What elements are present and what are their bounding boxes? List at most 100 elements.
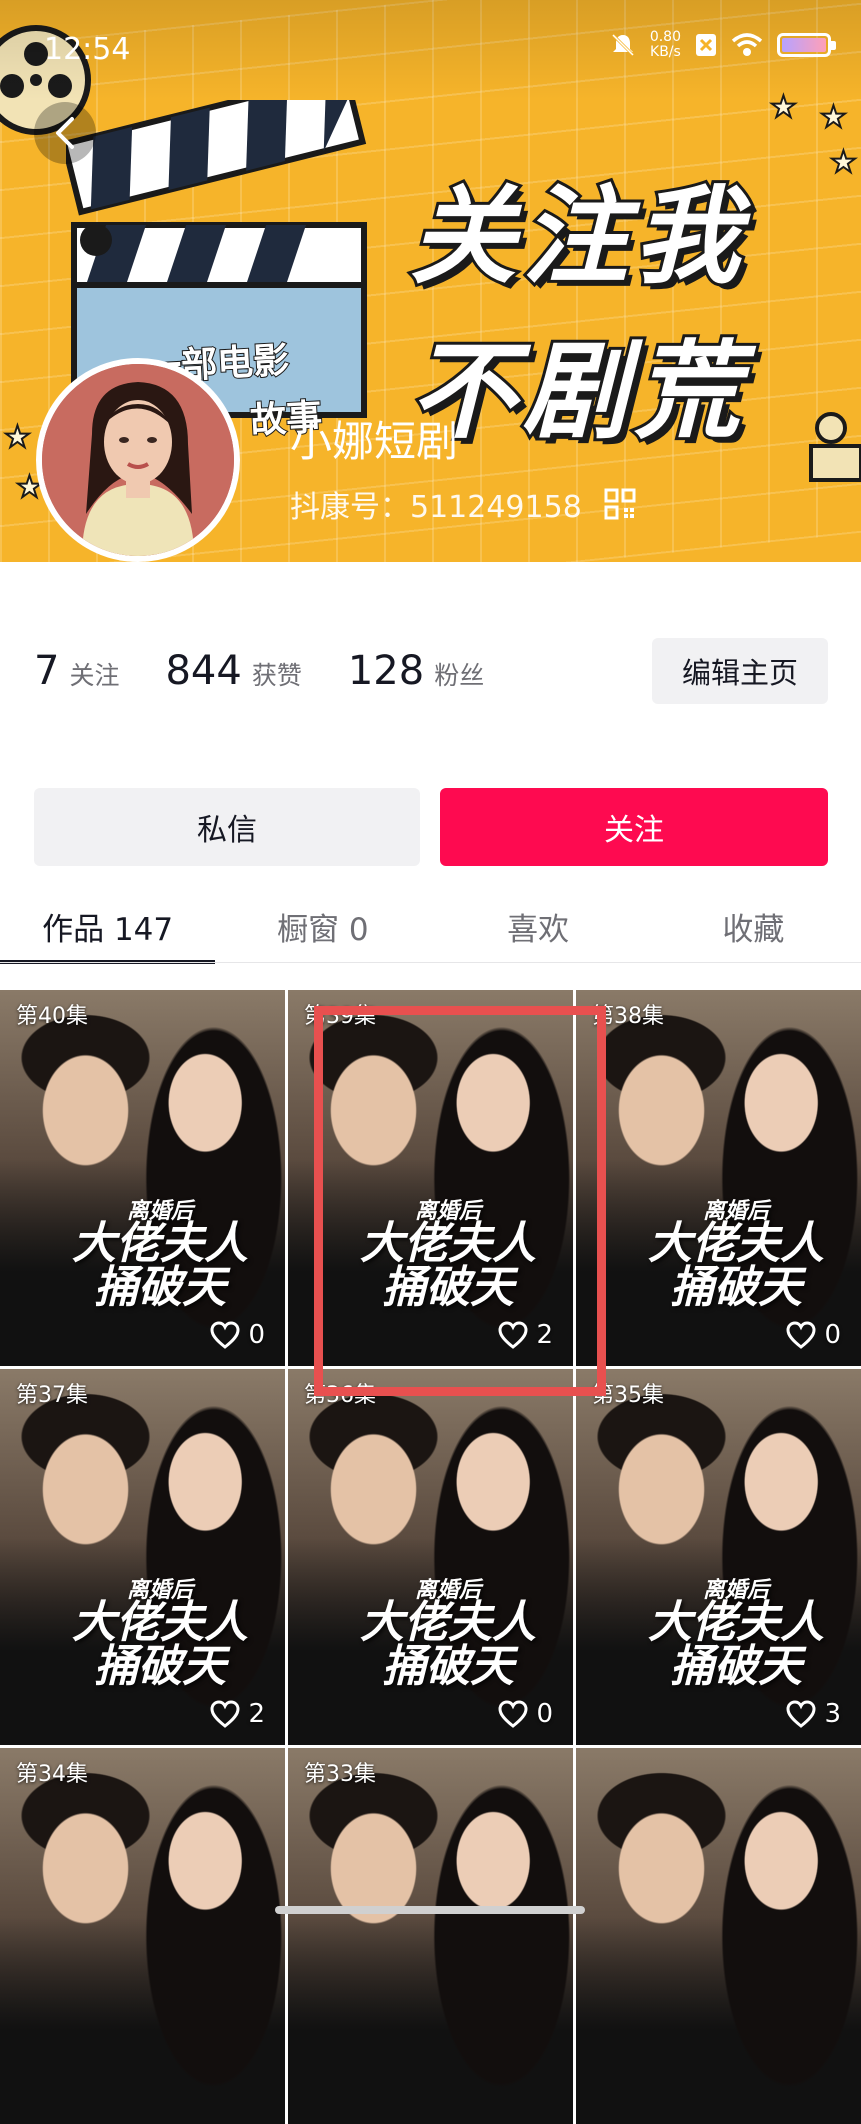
status-icons: 0.80 KB/s	[610, 30, 836, 60]
wifi-icon	[731, 33, 763, 56]
status-time: 12:54	[44, 32, 131, 67]
likes-count: 844	[165, 648, 242, 694]
like-count-value: 2	[248, 1699, 265, 1729]
poster-title: 离婚后 大佬夫人 捅破天	[348, 1200, 548, 1310]
tab-divider	[0, 962, 861, 963]
likes-label: 获赞	[251, 661, 302, 690]
like-count: 2	[210, 1699, 265, 1729]
like-count: 0	[498, 1699, 553, 1729]
edit-profile-button[interactable]: 编辑主页	[652, 638, 828, 704]
profile-nickname: 小娜短剧	[290, 417, 459, 466]
video-thumbnail[interactable]: 离婚后 大佬夫人 捅破天 第36集 0	[288, 1369, 573, 1745]
video-thumbnail[interactable]: 第33集	[288, 1748, 573, 2124]
poster-title: 离婚后 大佬夫人 捅破天	[636, 1579, 836, 1689]
like-count: 3	[786, 1699, 841, 1729]
tab-liked[interactable]: 喜欢	[431, 890, 646, 962]
like-count-value: 0	[536, 1699, 553, 1729]
account-id-text: 抖康号：511249158	[290, 490, 582, 525]
profile-banner: 一部电影 故事 关注我 不剧荒 ★ ★ ★ ★ ★ 12:54 0.80 KB/…	[0, 0, 861, 578]
home-indicator	[275, 1906, 585, 1914]
battery-icon	[777, 33, 836, 57]
poster-title: 离婚后 大佬夫人 捅破天	[60, 1200, 260, 1310]
banner-bottom-edge	[0, 562, 861, 578]
heart-icon	[498, 1321, 528, 1349]
episode-label: 第38集	[592, 1004, 664, 1029]
message-button[interactable]: 私信	[34, 788, 420, 866]
heart-icon	[786, 1700, 816, 1728]
back-button[interactable]	[34, 102, 96, 164]
followers-count: 128	[347, 648, 425, 694]
poster-title-line-3: 捅破天	[382, 1641, 514, 1692]
tab-works[interactable]: 作品 147	[0, 890, 216, 964]
network-speed-value: 0.80	[649, 29, 681, 45]
tab-favorites[interactable]: 收藏	[646, 890, 861, 962]
episode-label: 第33集	[304, 1762, 376, 1787]
avatar-portrait	[42, 364, 234, 556]
like-count-value: 0	[824, 1320, 841, 1350]
sim-off-icon	[696, 34, 716, 56]
episode-label: 第40集	[16, 1004, 88, 1029]
poster-title-line-2: 大佬夫人	[360, 1218, 536, 1269]
following-label: 关注	[69, 661, 120, 690]
profile-account-id: 抖康号：511249158	[290, 482, 636, 526]
mute-icon	[611, 33, 634, 57]
star-icon: ★	[829, 144, 858, 181]
stat-likes[interactable]: 844 获赞	[165, 648, 301, 694]
profile-tabs: 作品 147 橱窗 0 喜欢 收藏	[0, 890, 861, 964]
qr-code-icon[interactable]	[604, 488, 636, 520]
video-thumbnail[interactable]	[576, 1748, 861, 2124]
follow-button[interactable]: 关注	[440, 788, 828, 866]
video-thumbnail[interactable]: 离婚后 大佬夫人 捅破天 第38集 0	[576, 990, 861, 1366]
like-count: 0	[786, 1320, 841, 1350]
avatar[interactable]	[36, 358, 240, 562]
poster-title-line-2: 大佬夫人	[648, 1218, 824, 1269]
poster-title: 离婚后 大佬夫人 捅破天	[60, 1579, 260, 1689]
banner-slogan-line-1: 关注我	[407, 170, 746, 301]
battery-level	[782, 38, 826, 52]
like-count: 0	[210, 1320, 265, 1350]
poster-title-line-3: 捅破天	[670, 1262, 802, 1313]
network-speed: 0.80 KB/s	[650, 30, 681, 60]
heart-icon	[498, 1700, 528, 1728]
heart-icon	[210, 1700, 240, 1728]
banner-slogan-line-2: 不剧荒	[407, 325, 746, 456]
episode-label: 第35集	[592, 1383, 664, 1408]
poster-title: 离婚后 大佬夫人 捅破天	[636, 1200, 836, 1310]
video-thumbnail[interactable]: 离婚后 大佬夫人 捅破天 第40集 0	[0, 990, 285, 1366]
like-count: 2	[498, 1320, 553, 1350]
video-thumbnail[interactable]: 离婚后 大佬夫人 捅破天 第35集 3	[576, 1369, 861, 1745]
video-thumbnail[interactable]: 第34集	[0, 1748, 285, 2124]
poster-title-line-2: 大佬夫人	[648, 1597, 824, 1648]
poster-image	[576, 1748, 861, 2124]
poster-title-line-3: 捅破天	[94, 1641, 226, 1692]
tab-showcase[interactable]: 橱窗 0	[215, 890, 430, 962]
like-count-value: 0	[248, 1320, 265, 1350]
heart-icon	[786, 1321, 816, 1349]
poster-title-line-2: 大佬夫人	[72, 1218, 248, 1269]
projector-icon	[809, 412, 861, 482]
profile-stats: 7 关注 844 获赞 128 粉丝	[34, 648, 484, 694]
video-thumbnail[interactable]: 离婚后 大佬夫人 捅破天 第39集 2	[288, 990, 573, 1366]
poster-title-line-3: 捅破天	[94, 1262, 226, 1313]
poster-image	[0, 1748, 285, 2124]
video-thumbnail[interactable]: 离婚后 大佬夫人 捅破天 第37集 2	[0, 1369, 285, 1745]
poster-image	[288, 1748, 573, 2124]
chevron-left-icon	[56, 117, 74, 149]
star-icon: ★	[819, 99, 848, 136]
episode-label: 第37集	[16, 1383, 88, 1408]
episode-label: 第36集	[304, 1383, 376, 1408]
followers-label: 粉丝	[434, 661, 485, 690]
poster-title: 离婚后 大佬夫人 捅破天	[348, 1579, 548, 1689]
poster-title-line-3: 捅破天	[670, 1641, 802, 1692]
video-grid: 离婚后 大佬夫人 捅破天 第40集 0 离婚后 大佬夫人 捅破天 第39集 2 …	[0, 990, 861, 2124]
stat-followers[interactable]: 128 粉丝	[348, 648, 484, 694]
like-count-value: 2	[536, 1320, 553, 1350]
poster-title-line-2: 大佬夫人	[72, 1597, 248, 1648]
stat-following[interactable]: 7 关注	[34, 648, 119, 694]
episode-label: 第39集	[304, 1004, 376, 1029]
like-count-value: 3	[824, 1699, 841, 1729]
poster-title-line-3: 捅破天	[382, 1262, 514, 1313]
heart-icon	[210, 1321, 240, 1349]
network-speed-unit: KB/s	[650, 44, 681, 60]
poster-title-line-2: 大佬夫人	[360, 1597, 536, 1648]
